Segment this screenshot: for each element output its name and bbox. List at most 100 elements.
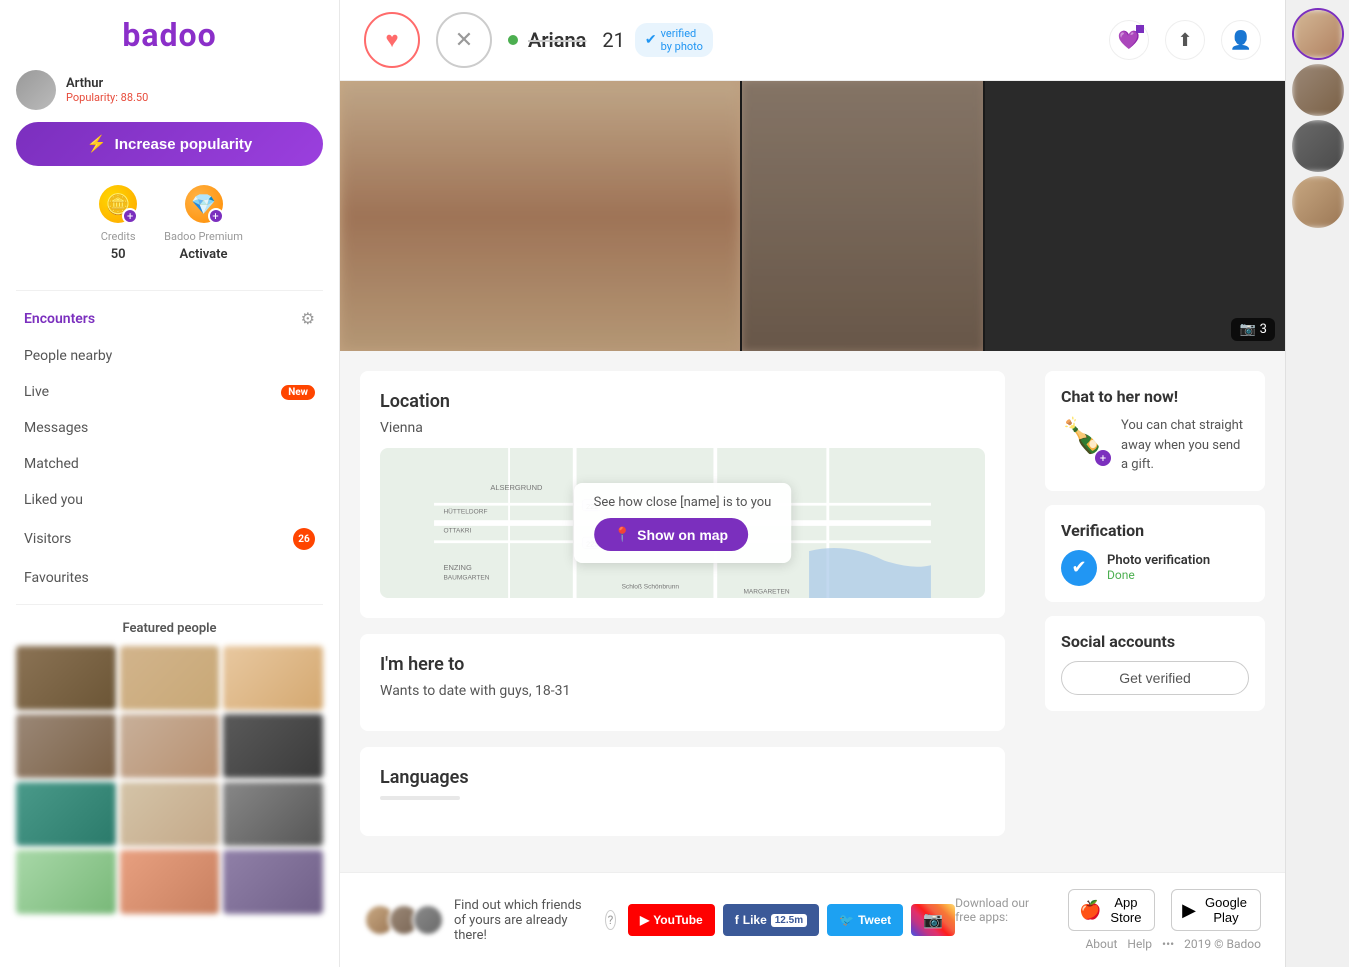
languages-value: [380, 796, 460, 800]
languages-card: Languages: [360, 747, 1005, 836]
here-to-value: Wants to date with guys, 18-31: [380, 683, 985, 699]
chat-title: Chat to her now!: [1061, 387, 1249, 406]
footer-links: About Help ••• 2019 © Badoo: [1085, 937, 1261, 951]
location-city: Vienna: [380, 420, 985, 436]
credits-label: Credits: [101, 230, 136, 243]
side-person-2[interactable]: [1292, 64, 1344, 116]
friends-avatars: [364, 904, 444, 936]
svg-text:ALSERGRUND: ALSERGRUND: [490, 483, 543, 492]
photo-dark: 📷 3: [985, 81, 1285, 351]
verification-done: Done: [1107, 568, 1210, 582]
chat-text: You can chat straight away when you send…: [1121, 416, 1249, 475]
get-verified-label: Get verified: [1119, 670, 1191, 686]
featured-thumb-12[interactable]: [223, 850, 323, 914]
about-link[interactable]: About: [1085, 937, 1117, 951]
visitors-count: 26: [293, 528, 315, 550]
question-icon[interactable]: ?: [605, 910, 616, 930]
svg-text:BAUMGARTEN: BAUMGARTEN: [443, 574, 489, 581]
nav-item-live[interactable]: Live New: [16, 374, 323, 410]
side-person-3[interactable]: [1292, 120, 1344, 172]
side-person-1[interactable]: [1292, 8, 1344, 60]
nav-item-visitors[interactable]: Visitors 26: [16, 518, 323, 560]
google-play-button[interactable]: ▶ Google Play: [1171, 889, 1261, 931]
twitter-button[interactable]: 🐦 Tweet: [827, 904, 903, 936]
nav-item-messages[interactable]: Messages: [16, 410, 323, 446]
get-verified-button[interactable]: Get verified: [1061, 661, 1249, 695]
premium-item[interactable]: 💎 + Badoo Premium Activate: [164, 182, 243, 262]
featured-thumb-9[interactable]: [223, 782, 323, 846]
filter-icon[interactable]: ⚙: [301, 309, 315, 328]
featured-thumb-10[interactable]: [16, 850, 116, 914]
nav-item-favourites[interactable]: Favourites: [16, 560, 323, 596]
dislike-button[interactable]: ✕: [436, 12, 492, 68]
like-button[interactable]: ♥: [364, 12, 420, 68]
featured-thumb-3[interactable]: [223, 646, 323, 710]
topbar: ♥ ✕ Ariana 21 ✔ verifiedby photo 💜 ⬆: [340, 0, 1285, 81]
svg-text:HÜTTELDORF: HÜTTELDORF: [443, 508, 487, 516]
online-indicator: [508, 35, 518, 45]
right-people-column: [1285, 0, 1349, 967]
featured-thumb-11[interactable]: [120, 850, 220, 914]
premium-plus-badge: +: [208, 208, 224, 224]
social-accounts-card: Social accounts Get verified: [1045, 616, 1265, 711]
verified-text: verifiedby photo: [661, 27, 703, 53]
avatar: [16, 70, 56, 110]
apple-icon: 🍎: [1079, 900, 1101, 921]
featured-thumb-6[interactable]: [223, 714, 323, 778]
ig-icon: 📷: [923, 910, 943, 930]
show-on-map-button[interactable]: 📍 Show on map: [594, 518, 748, 551]
credits-icon: 🪙 +: [96, 182, 140, 226]
user-name: Arthur: [66, 76, 148, 91]
premium-heart-button[interactable]: 💜: [1109, 20, 1149, 60]
x-icon: ✕: [455, 27, 473, 53]
main-content: ♥ ✕ Ariana 21 ✔ verifiedby photo 💜 ⬆: [340, 0, 1285, 967]
gift-icon: 🍾: [1061, 416, 1103, 456]
nav-item-people-nearby[interactable]: People nearby: [16, 338, 323, 374]
favourites-label: Favourites: [24, 570, 89, 586]
live-label: Live: [24, 384, 49, 400]
credits-item[interactable]: 🪙 + Credits 50: [96, 182, 140, 262]
divider-1: [16, 290, 323, 291]
featured-thumb-8[interactable]: [120, 782, 220, 846]
side-avatar-img-1: [1294, 10, 1342, 58]
increase-popularity-button[interactable]: ⚡ Increase popularity: [16, 122, 323, 166]
photo-verification-label: Photo verification: [1107, 553, 1210, 568]
youtube-button[interactable]: ▶ YouTube: [628, 904, 715, 936]
photos-strip: 📷 3: [340, 81, 1285, 351]
profile-name: Ariana: [528, 28, 586, 52]
encounters-label: Encounters: [24, 311, 95, 327]
nav-item-liked-you[interactable]: Liked you: [16, 482, 323, 518]
more-link[interactable]: •••: [1162, 937, 1174, 951]
fb-count: 12.5m: [771, 914, 807, 927]
profile-main-section: Location Vienna: [340, 351, 1025, 872]
nav-item-matched[interactable]: Matched: [16, 446, 323, 482]
featured-thumb-1[interactable]: [16, 646, 116, 710]
right-panel: Chat to her now! 🍾 + You can chat straig…: [1025, 351, 1285, 872]
share-button[interactable]: ⬆: [1165, 20, 1205, 60]
premium-label: Badoo Premium: [164, 230, 243, 243]
instagram-button[interactable]: 📷: [911, 904, 955, 936]
featured-thumb-4[interactable]: [16, 714, 116, 778]
credits-value: 50: [111, 247, 126, 262]
featured-thumb-7[interactable]: [16, 782, 116, 846]
bolt-icon: ⚡: [87, 134, 107, 154]
live-new-badge: New: [281, 385, 315, 400]
side-person-4[interactable]: [1292, 176, 1344, 228]
profile-actions: ♥ ✕ Ariana 21 ✔ verifiedby photo: [364, 12, 713, 68]
footer-right: Download our free apps: 🍎 App Store ▶ Go…: [955, 889, 1261, 951]
tw-icon: 🐦: [839, 913, 854, 927]
app-store-button[interactable]: 🍎 App Store: [1068, 889, 1155, 931]
featured-thumb-2[interactable]: [120, 646, 220, 710]
verified-check-icon: ✔: [645, 32, 657, 48]
facebook-button[interactable]: f Like 12.5m: [723, 904, 819, 936]
svg-text:Schloß Schönbrunn: Schloß Schönbrunn: [622, 584, 680, 591]
verification-title: Verification: [1061, 521, 1249, 540]
nav-item-encounters[interactable]: Encounters ⚙: [16, 299, 323, 338]
heart-icon: ♥: [385, 27, 398, 53]
map-container: ALSERGRUND HÜTTELDORF OTTAKRI STADLAU EN…: [380, 448, 985, 598]
user-button[interactable]: 👤: [1221, 20, 1261, 60]
svg-text:MARGARETEN: MARGARETEN: [743, 588, 789, 595]
help-link[interactable]: Help: [1127, 937, 1152, 951]
map-overlay-text: See how close [name] is to you: [594, 495, 772, 510]
featured-thumb-5[interactable]: [120, 714, 220, 778]
